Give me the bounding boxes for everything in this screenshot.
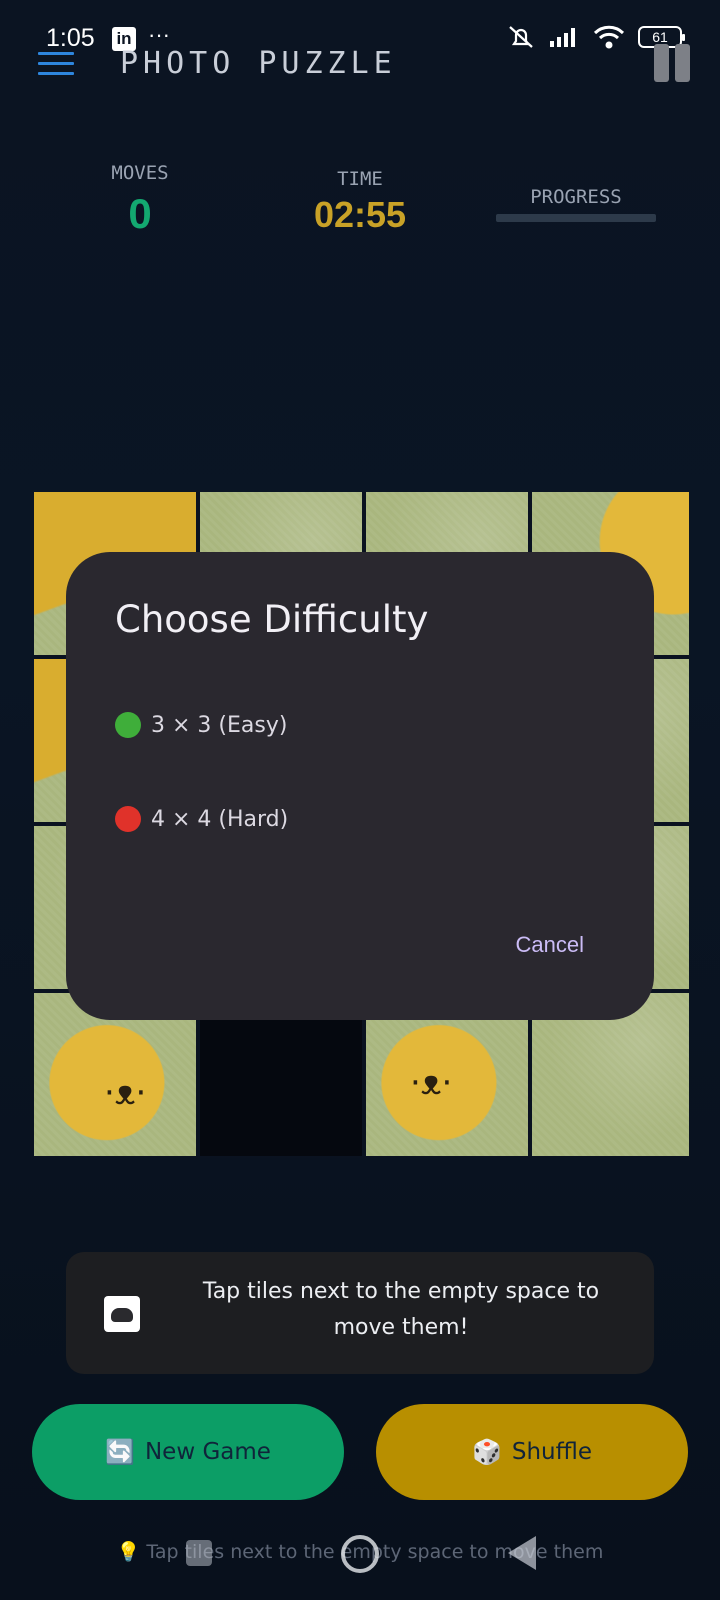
time-stat: TIME 02:55	[290, 168, 430, 236]
green-circle-icon	[115, 712, 141, 738]
hint-text: Tap tiles next to the empty space to mov…	[202, 1279, 600, 1340]
mute-icon	[509, 26, 533, 48]
hint-card: Tap tiles next to the empty space to mov…	[66, 1252, 654, 1374]
progress-bar	[496, 214, 656, 222]
recents-nav-icon[interactable]	[186, 1540, 212, 1566]
cancel-button[interactable]: Cancel	[516, 932, 584, 958]
cat-face-icon: ·ᴥ·	[104, 1073, 147, 1113]
signal-icon	[550, 28, 575, 47]
refresh-icon: 🔄	[105, 1438, 135, 1466]
progress-stat: PROGRESS	[496, 186, 656, 222]
option-hard-label: 4 × 4 (Hard)	[151, 806, 289, 832]
moves-label: MOVES	[111, 162, 169, 184]
option-easy-label: 3 × 3 (Easy)	[151, 712, 288, 738]
cat-face-icon: ·ᴥ·	[410, 1063, 453, 1103]
pause-button[interactable]	[654, 44, 692, 82]
shuffle-label: Shuffle	[511, 1439, 593, 1465]
new-game-label: New Game	[144, 1439, 271, 1465]
more-notifications-icon: ···	[148, 22, 170, 47]
time-label: TIME	[337, 168, 383, 190]
pause-icon	[654, 44, 669, 82]
progress-label: PROGRESS	[530, 186, 622, 208]
shuffle-button[interactable]: 🎲 Shuffle	[376, 1404, 688, 1500]
status-time: 1:05	[46, 24, 95, 52]
moves-value: 0	[128, 190, 152, 237]
red-circle-icon	[115, 806, 141, 832]
app-icon	[104, 1296, 140, 1332]
moves-stat: MOVES 0	[84, 162, 196, 238]
app-title: PHOTO PUZZLE	[120, 46, 397, 81]
back-nav-icon[interactable]	[508, 1536, 536, 1570]
time-value: 02:55	[313, 194, 407, 235]
dialog-title: Choose Difficulty	[115, 598, 429, 641]
option-easy[interactable]: 3 × 3 (Easy)	[115, 712, 287, 738]
difficulty-dialog: Choose Difficulty 3 × 3 (Easy) 4 × 4 (Ha…	[66, 552, 654, 1020]
new-game-button[interactable]: 🔄 New Game	[32, 1404, 344, 1500]
option-hard[interactable]: 4 × 4 (Hard)	[115, 806, 288, 832]
home-nav-icon[interactable]	[341, 1535, 379, 1573]
menu-icon[interactable]	[38, 52, 74, 76]
dice-icon: 🎲	[471, 1438, 502, 1466]
wifi-icon	[593, 25, 625, 49]
